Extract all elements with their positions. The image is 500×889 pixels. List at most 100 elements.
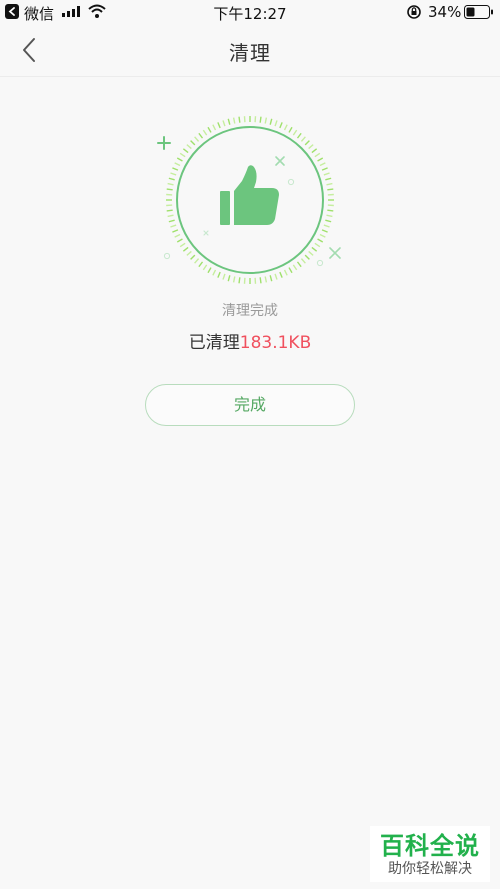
ring-tick xyxy=(170,172,177,176)
ring-tick xyxy=(311,148,318,154)
ring-tick xyxy=(300,136,306,142)
ring-tick xyxy=(323,224,330,228)
ring-tick xyxy=(190,254,196,260)
cleaned-amount-line: 已清理183.1KB xyxy=(0,328,500,353)
watermark-logo: 百科全说 助你轻松解决 xyxy=(370,826,490,882)
ring-tick xyxy=(172,229,179,233)
ring-tick xyxy=(217,122,221,129)
ring-tick xyxy=(202,264,208,271)
ring-tick xyxy=(292,129,298,136)
ring-tick xyxy=(296,132,302,139)
ring-tick xyxy=(207,267,212,274)
ring-tick xyxy=(314,242,321,248)
watermark-subtitle: 助你轻松解决 xyxy=(388,861,472,877)
ring-tick xyxy=(238,116,241,123)
ring-tick xyxy=(259,116,262,123)
cleaned-prefix: 已清理 xyxy=(188,333,240,353)
ring-tick xyxy=(311,246,318,252)
ring-tick xyxy=(238,277,241,284)
ring-tick xyxy=(232,117,236,124)
ring-tick xyxy=(179,242,186,248)
ring-tick xyxy=(288,267,293,274)
status-bar: 微信 下午12:27 34% xyxy=(0,0,500,24)
watermark-title: 百科全说 xyxy=(380,832,480,860)
ring-tick xyxy=(288,126,293,133)
thumbs-up-icon xyxy=(220,165,279,225)
ring-tick xyxy=(176,238,183,243)
ring-tick xyxy=(296,261,302,268)
ring-tick xyxy=(327,188,334,191)
ring-tick xyxy=(317,238,324,243)
ring-tick xyxy=(227,118,231,125)
ring-tick xyxy=(227,275,231,282)
page-title: 清理 xyxy=(229,41,271,65)
ring-tick xyxy=(283,124,288,131)
ring-tick xyxy=(186,144,192,150)
ring-tick xyxy=(212,124,217,131)
ring-tick xyxy=(194,136,200,142)
ring-tick xyxy=(308,144,314,150)
ring-tick xyxy=(212,269,217,276)
ring-tick xyxy=(259,277,262,284)
ring-tick xyxy=(194,258,200,264)
ring-tick xyxy=(304,254,310,260)
rotation-lock-icon xyxy=(407,5,421,19)
ring-tick xyxy=(217,271,221,278)
ring-tick xyxy=(170,224,177,228)
ring-tick xyxy=(198,261,204,268)
ring-tick xyxy=(166,209,173,212)
ring-tick xyxy=(202,129,208,136)
ring-tick xyxy=(325,177,332,181)
status-time: 下午12:27 xyxy=(213,5,287,23)
cleaned-size-value: 183.1KB xyxy=(239,333,312,353)
ring-tick xyxy=(274,273,278,280)
ring-tick xyxy=(182,246,189,252)
ring-tick xyxy=(317,157,324,162)
ring-tick xyxy=(319,162,326,167)
ring-tick xyxy=(182,148,189,154)
battery-percent: 34% xyxy=(428,3,462,21)
ring-tick xyxy=(304,140,310,146)
cleanup-status-text: 清理完成 xyxy=(222,303,278,319)
ring-tick xyxy=(168,219,175,223)
ring-tick xyxy=(269,118,273,125)
ring-tick xyxy=(167,214,174,218)
ring-tick xyxy=(308,250,314,256)
ring-tick xyxy=(300,258,306,264)
ring-tick xyxy=(186,250,192,256)
ring-tick xyxy=(167,182,174,186)
ring-tick xyxy=(269,275,273,282)
ring-tick xyxy=(279,122,283,129)
ring-tick xyxy=(314,152,321,158)
ring-tick xyxy=(174,233,181,238)
ring-tick xyxy=(327,209,334,212)
ring-tick xyxy=(274,120,278,127)
ring-tick xyxy=(172,167,179,171)
ring-tick xyxy=(198,132,204,139)
nav-bar: 清理 xyxy=(0,24,500,77)
cleanup-success-badge xyxy=(150,115,350,285)
ring-tick xyxy=(207,126,212,133)
ring-tick xyxy=(321,229,328,233)
ring-tick xyxy=(279,271,283,278)
ring-tick xyxy=(264,117,268,124)
ring-tick xyxy=(222,273,226,280)
ring-tick xyxy=(166,188,173,191)
ring-tick xyxy=(326,182,333,186)
finish-button[interactable]: 完成 xyxy=(145,384,355,426)
ring-tick xyxy=(174,162,181,167)
ring-tick xyxy=(176,157,183,162)
ring-tick xyxy=(190,140,196,146)
ring-tick xyxy=(232,276,236,283)
ring-tick xyxy=(319,233,326,238)
ring-tick xyxy=(323,172,330,176)
ring-tick xyxy=(264,276,268,283)
ring-tick xyxy=(222,120,226,127)
ring-tick xyxy=(325,219,332,223)
ring-tick xyxy=(179,152,186,158)
ring-tick xyxy=(321,167,328,171)
ring-tick xyxy=(283,269,288,276)
ring-tick xyxy=(326,214,333,218)
battery-icon xyxy=(464,5,493,19)
ring-tick xyxy=(168,177,175,181)
